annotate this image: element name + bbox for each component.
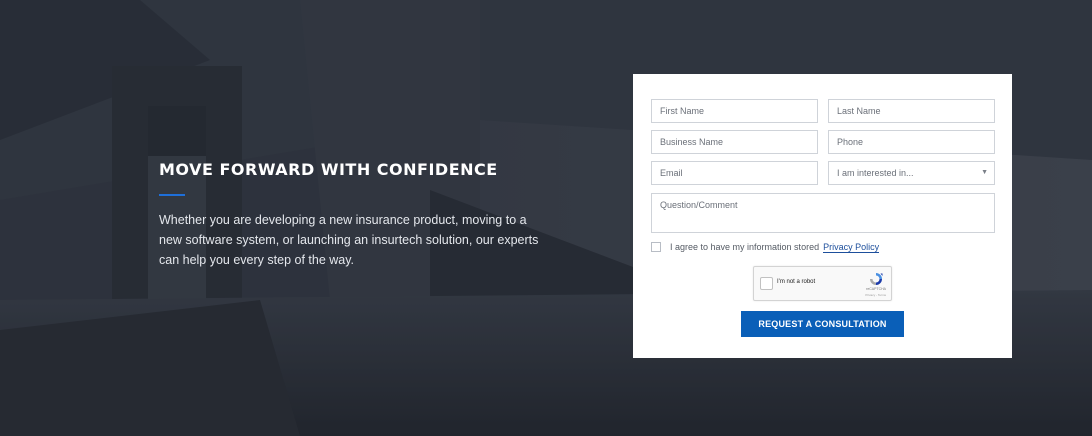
- hero-body-text: Whether you are developing a new insuran…: [159, 213, 539, 267]
- request-consultation-button[interactable]: REQUEST A CONSULTATION: [741, 311, 904, 337]
- phone-field[interactable]: Phone: [828, 130, 995, 154]
- consultation-form: First Name Last Name Business Name Phone…: [633, 74, 1012, 358]
- privacy-policy-link[interactable]: Privacy Policy: [823, 242, 880, 253]
- hero-section: MOVE FORWARD WITH CONFIDENCE Whether you…: [159, 160, 539, 270]
- first-name-field[interactable]: First Name: [651, 99, 818, 123]
- consent-label: I agree to have my information stored: [670, 242, 820, 252]
- consent-checkbox[interactable]: [651, 242, 661, 252]
- chevron-down-icon: ▼: [981, 169, 988, 176]
- interest-select[interactable]: I am interested in... ▼: [828, 161, 995, 185]
- heading-accent-rule: [159, 194, 185, 196]
- recaptcha-logo-icon: [870, 273, 883, 285]
- last-name-field[interactable]: Last Name: [828, 99, 995, 123]
- business-name-field[interactable]: Business Name: [651, 130, 818, 154]
- email-field[interactable]: Email: [651, 161, 818, 185]
- consent-row: I agree to have my information stored Pr…: [651, 240, 880, 254]
- interest-select-value: I am interested in...: [837, 168, 914, 178]
- hero-heading: MOVE FORWARD WITH CONFIDENCE: [159, 160, 498, 179]
- recaptcha-terms[interactable]: Privacy - Terms: [865, 293, 886, 297]
- question-comment-field[interactable]: Question/Comment: [651, 193, 995, 233]
- recaptcha-checkbox[interactable]: [760, 277, 773, 290]
- recaptcha-brand: reCAPTCHA: [866, 287, 886, 291]
- recaptcha-widget: I'm not a robot reCAPTCHA Privacy - Term…: [753, 266, 892, 301]
- recaptcha-label: I'm not a robot: [777, 279, 816, 285]
